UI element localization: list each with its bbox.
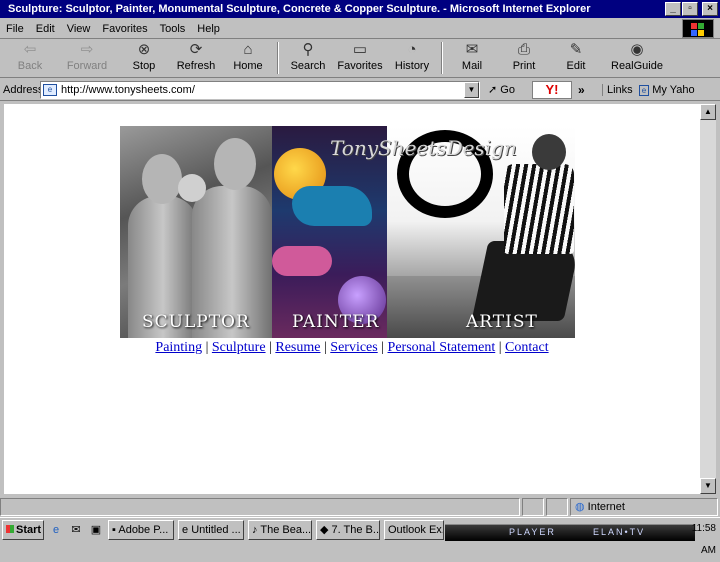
- address-label: Address: [3, 83, 44, 96]
- refresh-button[interactable]: ⟳ Refresh: [170, 40, 222, 76]
- page-icon: e: [638, 84, 650, 96]
- globe-icon: ◍: [575, 501, 585, 513]
- task-untitled[interactable]: e Untitled ...: [178, 519, 244, 540]
- history-icon: ◔: [407, 41, 417, 58]
- go-button[interactable]: ➚ Go: [488, 83, 528, 96]
- menu-tools[interactable]: Tools: [160, 23, 186, 35]
- status-cell: [522, 498, 544, 516]
- window-title-bar[interactable]: Sculpture: Sculptor, Painter, Monumental…: [0, 0, 720, 18]
- media-player-skin[interactable]: PLAYER ELAN•TV: [445, 524, 695, 541]
- site-navigation: Painting | Sculpture | Resume | Services…: [155, 340, 549, 355]
- edit-button[interactable]: ✎ Edit: [550, 40, 602, 76]
- back-arrow-icon: ⇦: [23, 41, 37, 58]
- page-icon: e: [43, 83, 57, 96]
- system-tray-clock: 11:58 AM: [691, 523, 716, 556]
- address-input[interactable]: e http://www.tonysheets.com/ ▼: [40, 80, 480, 99]
- mail-icon: ✉: [465, 41, 479, 58]
- ie-quicklaunch-icon[interactable]: e: [48, 522, 64, 538]
- task-adobe[interactable]: ▪ Adobe P...: [108, 519, 174, 540]
- task-7-the-b[interactable]: ◆ 7. The B...: [316, 519, 380, 540]
- menu-edit[interactable]: Edit: [36, 23, 55, 35]
- address-bar: Address e http://www.tonysheets.com/ ▼ ➚…: [0, 79, 720, 101]
- edit-icon: ✎: [569, 41, 583, 58]
- window-controls: _ ▫ ×: [665, 2, 718, 16]
- toolbar-chevron-button[interactable]: »: [578, 83, 596, 97]
- toolbar-separator: [277, 42, 279, 74]
- horse-painting: [292, 186, 372, 226]
- banner-image: TonySheetsDesign SCULPTOR PAINTER ARTIST: [120, 126, 575, 338]
- player-icon: ◆: [320, 523, 332, 536]
- artist-label: ARTIST: [466, 312, 538, 332]
- scroll-up-button[interactable]: ▲: [700, 104, 716, 120]
- maximize-button[interactable]: ▫: [682, 2, 698, 16]
- forward-button[interactable]: ⇨ Forward: [56, 40, 118, 76]
- ie-icon: e: [182, 523, 192, 536]
- stop-button[interactable]: ⊗ Stop: [118, 40, 170, 76]
- shape-painting: [272, 246, 332, 276]
- home-button[interactable]: ⌂ Home: [222, 40, 274, 76]
- mail-button[interactable]: ✉ Mail: [446, 40, 498, 76]
- task-the-bea[interactable]: ♪ The Bea...: [248, 519, 312, 540]
- status-text: [0, 498, 520, 516]
- home-icon: ⌂: [243, 41, 253, 58]
- statue-head-left: [142, 154, 182, 204]
- menu-bar: File Edit View Favorites Tools Help: [0, 19, 720, 39]
- favorites-folder-icon: ▭: [352, 41, 368, 58]
- menu-help[interactable]: Help: [197, 23, 220, 35]
- print-button[interactable]: ⎙ Print: [498, 40, 550, 76]
- nav-link-painting[interactable]: Painting: [155, 340, 202, 355]
- realguide-icon: ◉: [630, 41, 644, 58]
- nav-link-personal-statement[interactable]: Personal Statement: [388, 340, 496, 355]
- minimize-button[interactable]: _: [665, 2, 681, 16]
- security-zone: ◍ Internet: [570, 498, 718, 516]
- go-arrow-icon: ➚: [488, 84, 498, 96]
- favorites-button[interactable]: ▭ Favorites: [334, 40, 386, 76]
- menu-file[interactable]: File: [6, 23, 24, 35]
- forward-arrow-icon: ⇨: [80, 41, 94, 58]
- painter-label: PAINTER: [292, 312, 380, 332]
- history-button[interactable]: ◔ History: [386, 40, 438, 76]
- menu-view[interactable]: View: [67, 23, 91, 35]
- nav-link-services[interactable]: Services: [330, 340, 377, 355]
- search-icon: ⚲: [302, 41, 314, 58]
- window-title: Sculpture: Sculptor, Painter, Monumental…: [8, 3, 591, 15]
- standard-toolbar: ⇦ Back ⇨ Forward ⊗ Stop ⟳ Refresh ⌂ Home…: [0, 40, 720, 78]
- refresh-icon: ⟳: [189, 41, 203, 58]
- player-label: PLAYER: [509, 527, 556, 537]
- close-button[interactable]: ×: [702, 2, 718, 16]
- elan-tv-label: ELAN•TV: [593, 527, 646, 537]
- vertical-scrollbar[interactable]: ▲ ▼: [700, 104, 716, 494]
- scroll-down-button[interactable]: ▼: [700, 478, 716, 494]
- stop-icon: ⊗: [137, 41, 151, 58]
- windows-logo-icon: [682, 19, 714, 38]
- sculptor-label: SCULPTOR: [142, 312, 250, 332]
- nav-link-contact[interactable]: Contact: [505, 340, 549, 355]
- search-button[interactable]: ⚲ Search: [282, 40, 334, 76]
- toolbar-separator: [441, 42, 443, 74]
- back-button[interactable]: ⇦ Back: [4, 40, 56, 76]
- printer-icon: ⎙: [517, 41, 530, 58]
- nav-link-resume[interactable]: Resume: [275, 340, 320, 355]
- status-cell: [546, 498, 568, 516]
- nav-link-sculpture[interactable]: Sculpture: [212, 340, 266, 355]
- menu-favorites[interactable]: Favorites: [102, 23, 147, 35]
- realguide-button[interactable]: ◉ RealGuide: [602, 40, 672, 76]
- yahoo-button[interactable]: Y!: [532, 80, 572, 99]
- links-label[interactable]: Links: [602, 83, 633, 96]
- windows-flag-icon: [6, 524, 14, 533]
- address-dropdown-button[interactable]: ▼: [464, 81, 479, 98]
- desktop-quicklaunch-icon[interactable]: ▣: [88, 522, 104, 538]
- outlook-quicklaunch-icon[interactable]: ✉: [68, 522, 84, 538]
- my-yahoo-link[interactable]: e My Yaho: [638, 84, 695, 96]
- address-url: http://www.tonysheets.com/: [61, 83, 195, 96]
- statue-child-head: [178, 174, 206, 202]
- status-bar: ◍ Internet: [0, 498, 720, 516]
- sculptor-panel[interactable]: [120, 126, 272, 338]
- logo-script-text: TonySheetsDesign: [330, 136, 517, 160]
- statue-head-right: [214, 138, 256, 190]
- artist-striped-shirt: [504, 164, 574, 254]
- task-outlook[interactable]: Outlook Ex...: [384, 519, 444, 540]
- page-content: TonySheetsDesign SCULPTOR PAINTER ARTIST…: [4, 104, 700, 494]
- start-button[interactable]: Start: [2, 519, 44, 540]
